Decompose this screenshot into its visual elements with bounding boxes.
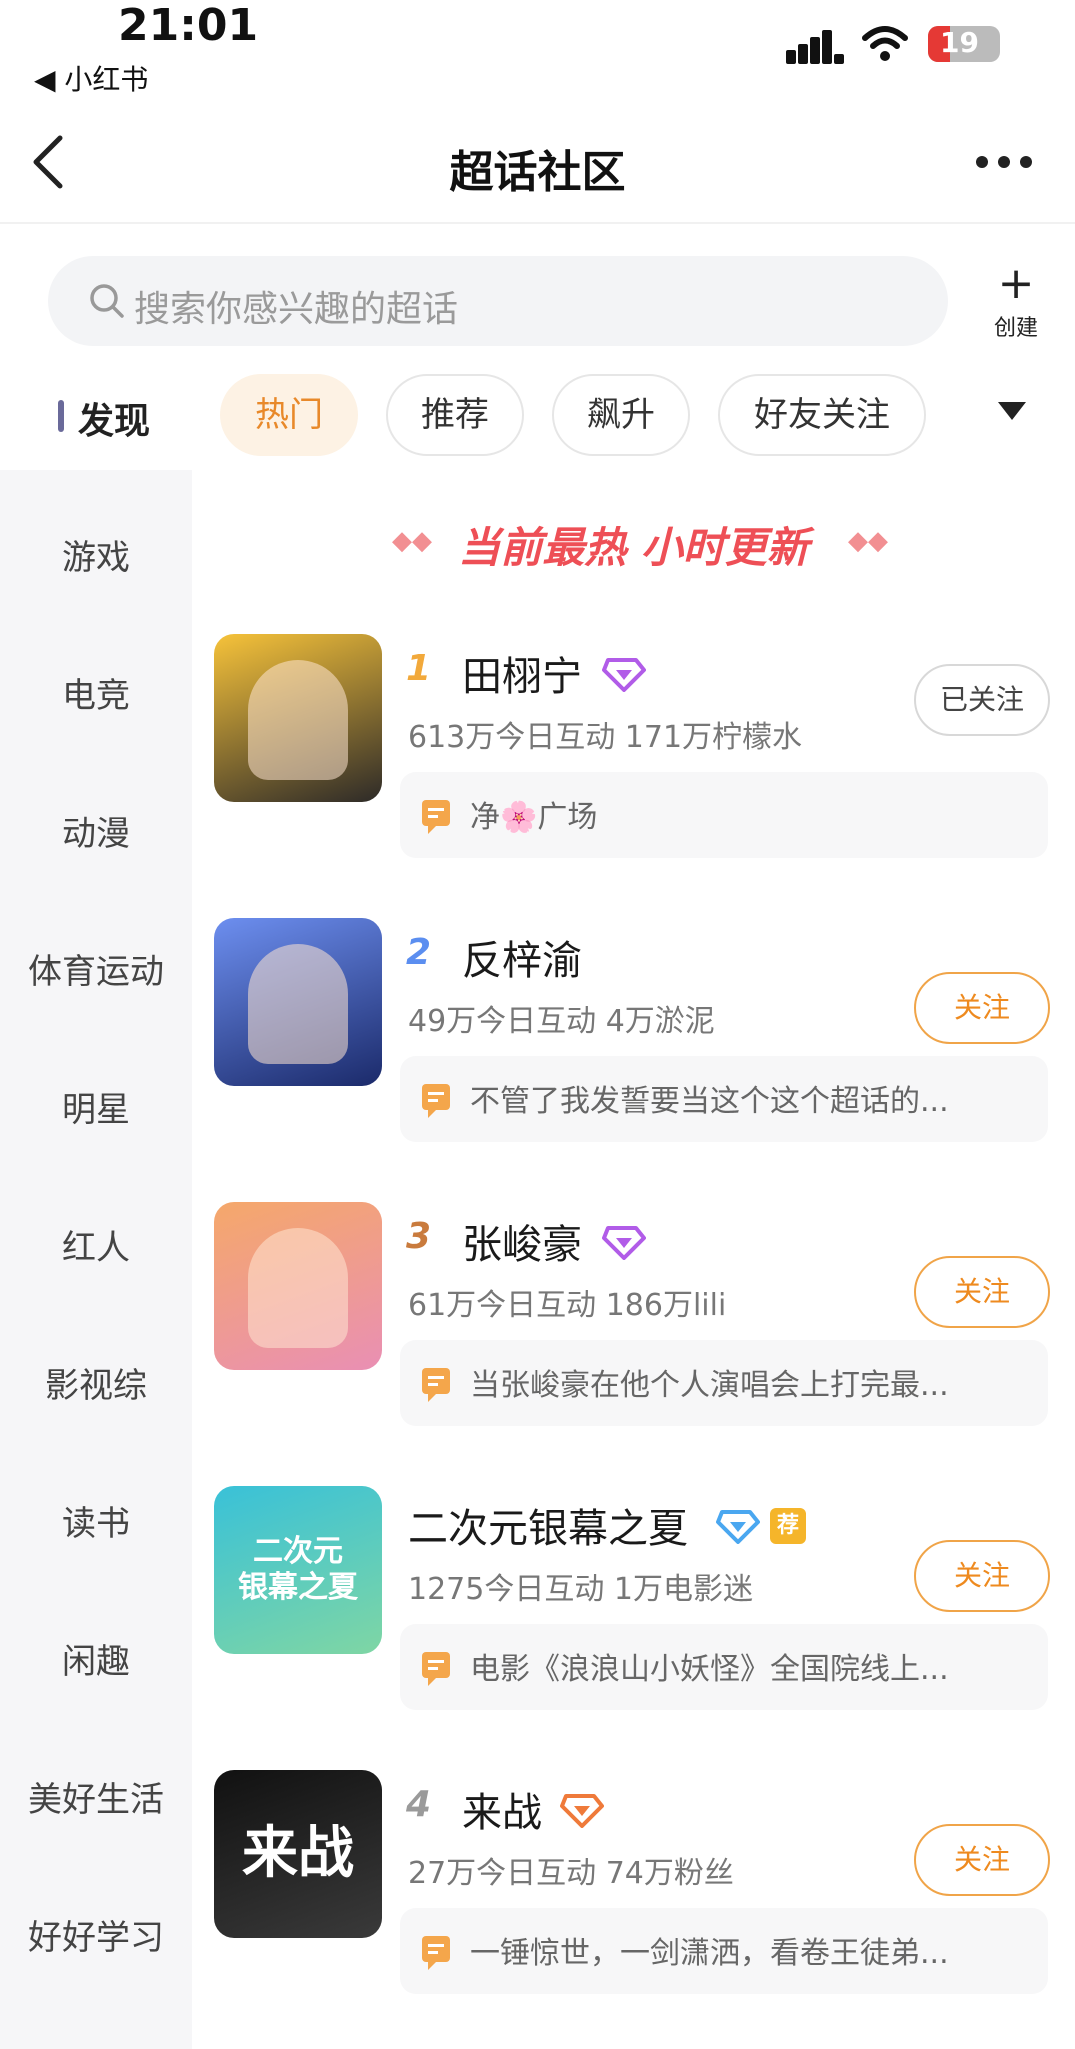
follow-button[interactable]: 关注 <box>914 1540 1050 1612</box>
sidebar-item[interactable]: 体育运动 <box>0 944 192 993</box>
sidebar-item[interactable]: 动漫 <box>0 806 192 855</box>
rank-number: 3 <box>406 1216 432 1257</box>
comment-icon <box>422 1652 450 1686</box>
active-indicator <box>58 400 64 432</box>
comment-icon <box>422 1936 450 1970</box>
topic-stats: 49万今日互动 4万淤泥 <box>408 1004 715 1039</box>
cellular-signal-icon <box>786 28 844 64</box>
create-button[interactable]: + 创建 <box>980 262 1052 346</box>
comment-icon <box>422 1084 450 1118</box>
topic-stats: 1275今日互动 1万电影迷 <box>408 1572 753 1607</box>
more-options-icon[interactable] <box>976 150 1036 170</box>
post-preview-text: 净🌸广场 <box>470 800 598 835</box>
topic-name[interactable]: 二次元银幕之夏 <box>408 1496 688 1554</box>
tabs-dropdown-icon[interactable] <box>998 402 1026 420</box>
sidebar-item[interactable]: 美好生活 <box>0 1772 192 1821</box>
search-icon <box>90 284 124 318</box>
banner-right-deco-icon: ◆◆ <box>848 526 888 556</box>
avatar-figure <box>248 660 348 780</box>
rank-number: 2 <box>406 932 432 973</box>
latest-post[interactable]: 净🌸广场 <box>400 772 1048 858</box>
topic-stats: 613万今日互动 171万柠檬水 <box>408 720 803 755</box>
topic-name[interactable]: 反梓渝 <box>462 928 582 986</box>
tab-hot[interactable]: 热门 <box>220 374 358 456</box>
back-to-app-link[interactable]: ◀ 小红书 <box>34 58 148 98</box>
purple-diamond-icon <box>602 658 646 692</box>
sidebar-item[interactable]: 明星 <box>0 1082 192 1131</box>
topic-stats: 61万今日互动 186万lili <box>408 1288 727 1323</box>
battery-level: 19 <box>940 26 979 59</box>
hot-banner-title: 当前最热 小时更新 <box>458 523 809 572</box>
post-preview-text: 不管了我发誓要当这个这个超话的... <box>470 1084 949 1119</box>
comment-icon <box>422 800 450 834</box>
tab-rising[interactable]: 飙升 <box>552 374 690 456</box>
topic-thumbnail[interactable]: 来战 <box>214 1770 382 1938</box>
thumbnail-text: 二次元 银幕之夏 <box>238 1534 358 1605</box>
rank-number: 1 <box>406 648 432 689</box>
topic-thumbnail[interactable] <box>214 1202 382 1370</box>
sidebar-item[interactable]: 好好学习 <box>0 1910 192 1959</box>
blue-diamond-icon <box>716 1510 760 1544</box>
sidebar-item[interactable]: 红人 <box>0 1220 192 1269</box>
follow-button[interactable]: 关注 <box>914 972 1050 1044</box>
following-button[interactable]: 已关注 <box>914 664 1050 736</box>
topic-name[interactable]: 来战 <box>462 1780 542 1838</box>
sidebar-item[interactable]: 闲趣 <box>0 1634 192 1683</box>
orange-diamond-icon <box>560 1794 604 1828</box>
avatar-figure <box>248 1228 348 1348</box>
topic-thumbnail[interactable] <box>214 634 382 802</box>
avatar-figure <box>248 944 348 1064</box>
sidebar-item-discover[interactable]: 发现 <box>78 392 150 444</box>
thumbnail-text: 来战 <box>242 1821 354 1887</box>
battery-icon: 19 <box>928 26 1000 62</box>
nav-divider <box>0 222 1075 224</box>
topic-stats: 27万今日互动 74万粉丝 <box>408 1856 734 1891</box>
create-label: 创建 <box>993 316 1038 341</box>
wifi-icon <box>862 26 908 61</box>
sidebar-item[interactable]: 游戏 <box>0 530 192 579</box>
tab-recommend[interactable]: 推荐 <box>386 374 524 456</box>
rank-number: 4 <box>406 1784 432 1825</box>
comment-icon <box>422 1368 450 1402</box>
follow-button[interactable]: 关注 <box>914 1824 1050 1896</box>
topic-name[interactable]: 张峻豪 <box>462 1212 582 1270</box>
recommend-tag: 荐 <box>770 1508 806 1544</box>
topic-name[interactable]: 田栩宁 <box>462 644 582 702</box>
sidebar-item[interactable]: 电竞 <box>0 668 192 717</box>
post-preview-text: 电影《浪浪山小妖怪》全国院线上... <box>470 1652 949 1687</box>
topic-thumbnail[interactable]: 二次元 银幕之夏 <box>214 1486 382 1654</box>
latest-post[interactable]: 不管了我发誓要当这个这个超话的... <box>400 1056 1048 1142</box>
tab-friends-following[interactable]: 好友关注 <box>718 374 926 456</box>
sidebar-item[interactable]: 读书 <box>0 1496 192 1545</box>
purple-diamond-icon <box>602 1226 646 1260</box>
post-preview-text: 一锤惊世，一剑潇洒，看卷王徒弟... <box>470 1936 949 1971</box>
follow-button[interactable]: 关注 <box>914 1256 1050 1328</box>
latest-post[interactable]: 电影《浪浪山小妖怪》全国院线上... <box>400 1624 1048 1710</box>
post-preview-text: 当张峻豪在他个人演唱会上打完最... <box>470 1368 949 1403</box>
page-title: 超话社区 <box>449 147 626 198</box>
status-time: 21:01 <box>118 0 259 51</box>
latest-post[interactable]: 当张峻豪在他个人演唱会上打完最... <box>400 1340 1048 1426</box>
sidebar-item[interactable]: 影视综 <box>0 1358 192 1407</box>
latest-post[interactable]: 一锤惊世，一剑潇洒，看卷王徒弟... <box>400 1908 1048 1994</box>
search-placeholder: 搜索你感兴趣的超话 <box>134 289 459 330</box>
topic-thumbnail[interactable] <box>214 918 382 1086</box>
plus-icon: + <box>997 258 1035 309</box>
